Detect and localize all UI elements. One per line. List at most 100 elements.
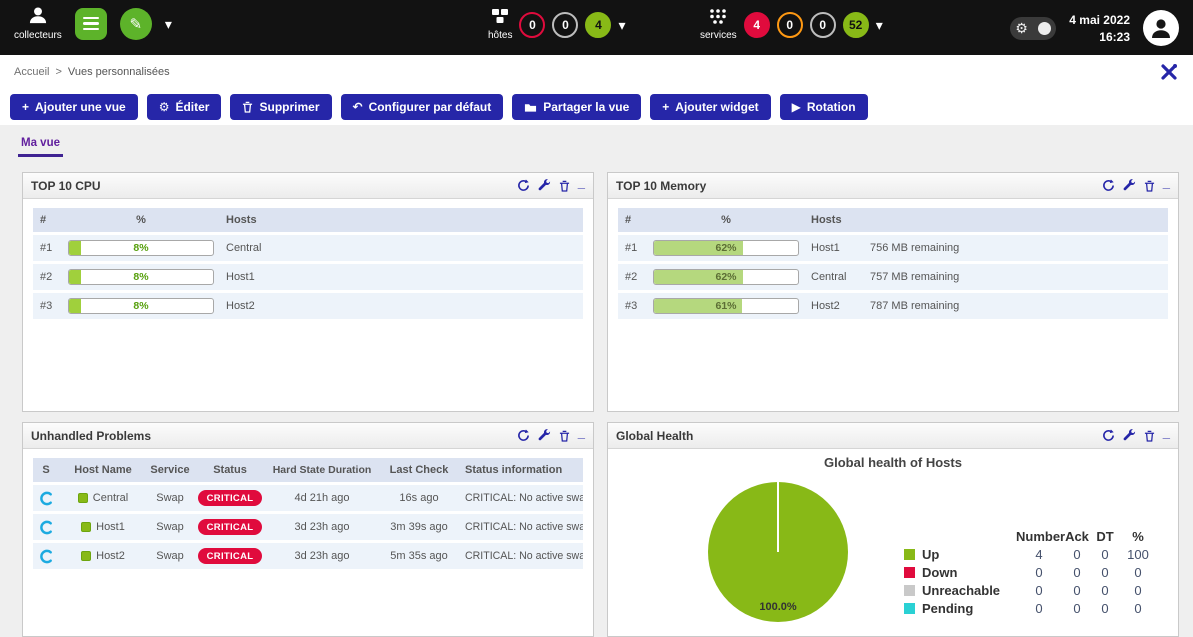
host-link[interactable]: Central [802,271,866,283]
host-link[interactable]: Host2 [217,300,357,312]
trash-icon[interactable] [1144,180,1155,192]
problem-row: Host2 Swap CRITICAL 3d 23h ago 5m 35s ag… [33,543,583,569]
rotation-button[interactable]: ▶ Rotation [780,94,868,120]
service-link[interactable]: Swap [147,550,193,562]
services-ok-counter[interactable]: 52 [843,12,869,38]
host-link[interactable]: Central [93,492,128,504]
services-warning-counter[interactable]: 0 [777,12,803,38]
hosts-health-pie-chart: 100.0% [705,479,851,625]
wrench-icon[interactable] [538,179,551,192]
view-toolbar: + Ajouter une vue ⚙ Éditer Supprimer ↶ C… [0,89,1193,125]
centreon-logo-icon [39,491,54,506]
widget-title: TOP 10 Memory [616,179,706,193]
minimize-icon[interactable]: _ [1163,175,1170,190]
user-avatar[interactable] [1143,10,1179,46]
add-view-button[interactable]: + Ajouter une vue [10,94,138,120]
host-up-indicator [81,522,91,532]
service-link[interactable]: Swap [147,492,193,504]
poller-icon [28,6,48,27]
breadcrumb-home[interactable]: Accueil [14,66,49,78]
hosts-menu[interactable]: hôtes [488,8,512,41]
gear-icon: ⚙ [159,101,170,113]
memory-progress-bar: 62% [653,240,799,256]
services-icon [709,8,727,27]
refresh-icon[interactable] [1102,429,1115,442]
cpu-row: #3 8% Host2 [33,293,583,319]
share-view-button[interactable]: Partager la vue [512,94,641,120]
breadcrumb: Accueil > Vues personnalisées [0,55,1193,89]
widget-top-memory: TOP 10 Memory _ # % Hosts #1 62% Host1 [607,172,1179,412]
chevron-down-icon[interactable]: ▾ [165,17,172,31]
cpu-row: #2 8% Host1 [33,264,583,290]
hosts-up-counter[interactable]: 4 [585,12,611,38]
pencil-icon: ✎ [130,15,143,33]
host-link[interactable]: Host1 [96,521,125,533]
refresh-icon[interactable] [517,179,530,192]
legend-label: Unreachable [920,583,1016,598]
host-link[interactable]: Central [217,242,357,254]
services-unknown-counter[interactable]: 0 [810,12,836,38]
host-link[interactable]: Host1 [217,271,357,283]
memory-row: #1 62% Host1 756 MB remaining [618,235,1168,261]
pie-percentage-label: 100.0% [759,601,797,613]
widget-grid: TOP 10 CPU _ # % Hosts #1 8% Central [0,157,1193,637]
user-icon [1150,17,1172,39]
memory-progress-bar: 62% [653,269,799,285]
legend-label: Up [920,547,1016,562]
minimize-icon[interactable]: _ [578,175,585,190]
centreon-logo-icon [39,520,54,535]
memory-remaining: 757 MB remaining [866,271,1168,283]
toggle-knob [1038,22,1051,35]
chevron-down-icon[interactable]: ▾ [618,18,625,32]
status-badge: CRITICAL [198,548,263,564]
set-default-button[interactable]: ↶ Configurer par défaut [341,94,504,120]
host-link[interactable]: Host2 [96,550,125,562]
services-critical-counter[interactable]: 4 [744,12,770,38]
play-icon: ▶ [792,101,801,113]
gear-icon: ⚙ [1015,21,1028,35]
hosts-down-counter[interactable]: 0 [519,12,545,38]
host-up-indicator [78,493,88,503]
memory-remaining: 756 MB remaining [866,242,1168,254]
date-label: 4 mai 2022 [1069,13,1130,27]
legend-unreachable-swatch [904,585,915,596]
trash-icon[interactable] [559,180,570,192]
chart-title: Global health of Hosts [608,455,1178,470]
host-link[interactable]: Host1 [802,242,866,254]
tab-my-view[interactable]: Ma vue [18,131,63,157]
trash-icon[interactable] [1144,430,1155,442]
folder-icon [524,102,537,113]
refresh-icon[interactable] [517,429,530,442]
content-area: Ma vue TOP 10 CPU _ # % Hosts [0,125,1193,637]
edit-view-button[interactable]: ⚙ Éditer [147,94,222,120]
wrench-icon[interactable] [1123,179,1136,192]
export-config-button[interactable]: ✎ [120,8,152,40]
memory-progress-bar: 61% [653,298,799,314]
poller-list-button[interactable] [75,8,107,40]
cpu-row: #1 8% Central [33,235,583,261]
collecteurs-menu[interactable]: collecteurs [14,6,62,41]
services-menu[interactable]: services [700,8,737,41]
service-link[interactable]: Swap [147,521,193,533]
minimize-icon[interactable]: _ [578,425,585,440]
hosts-unreachable-counter[interactable]: 0 [552,12,578,38]
host-link[interactable]: Host2 [802,300,866,312]
status-badge: CRITICAL [198,519,263,535]
tools-icon[interactable] [1159,62,1179,82]
widget-title: Global Health [616,429,693,443]
legend-up-swatch [904,549,915,560]
minimize-icon[interactable]: _ [1163,425,1170,440]
time-label: 16:23 [1099,30,1130,44]
settings-toggle[interactable]: ⚙ [1010,17,1056,40]
trash-icon[interactable] [559,430,570,442]
trash-icon [242,101,253,113]
add-widget-button[interactable]: + Ajouter widget [650,94,770,120]
hosts-icon [491,8,509,27]
delete-view-button[interactable]: Supprimer [230,94,331,120]
refresh-icon[interactable] [1102,179,1115,192]
chevron-down-icon[interactable]: ▾ [876,18,883,32]
wrench-icon[interactable] [538,429,551,442]
widget-title: Unhandled Problems [31,429,151,443]
legend-pending-swatch [904,603,915,614]
wrench-icon[interactable] [1123,429,1136,442]
